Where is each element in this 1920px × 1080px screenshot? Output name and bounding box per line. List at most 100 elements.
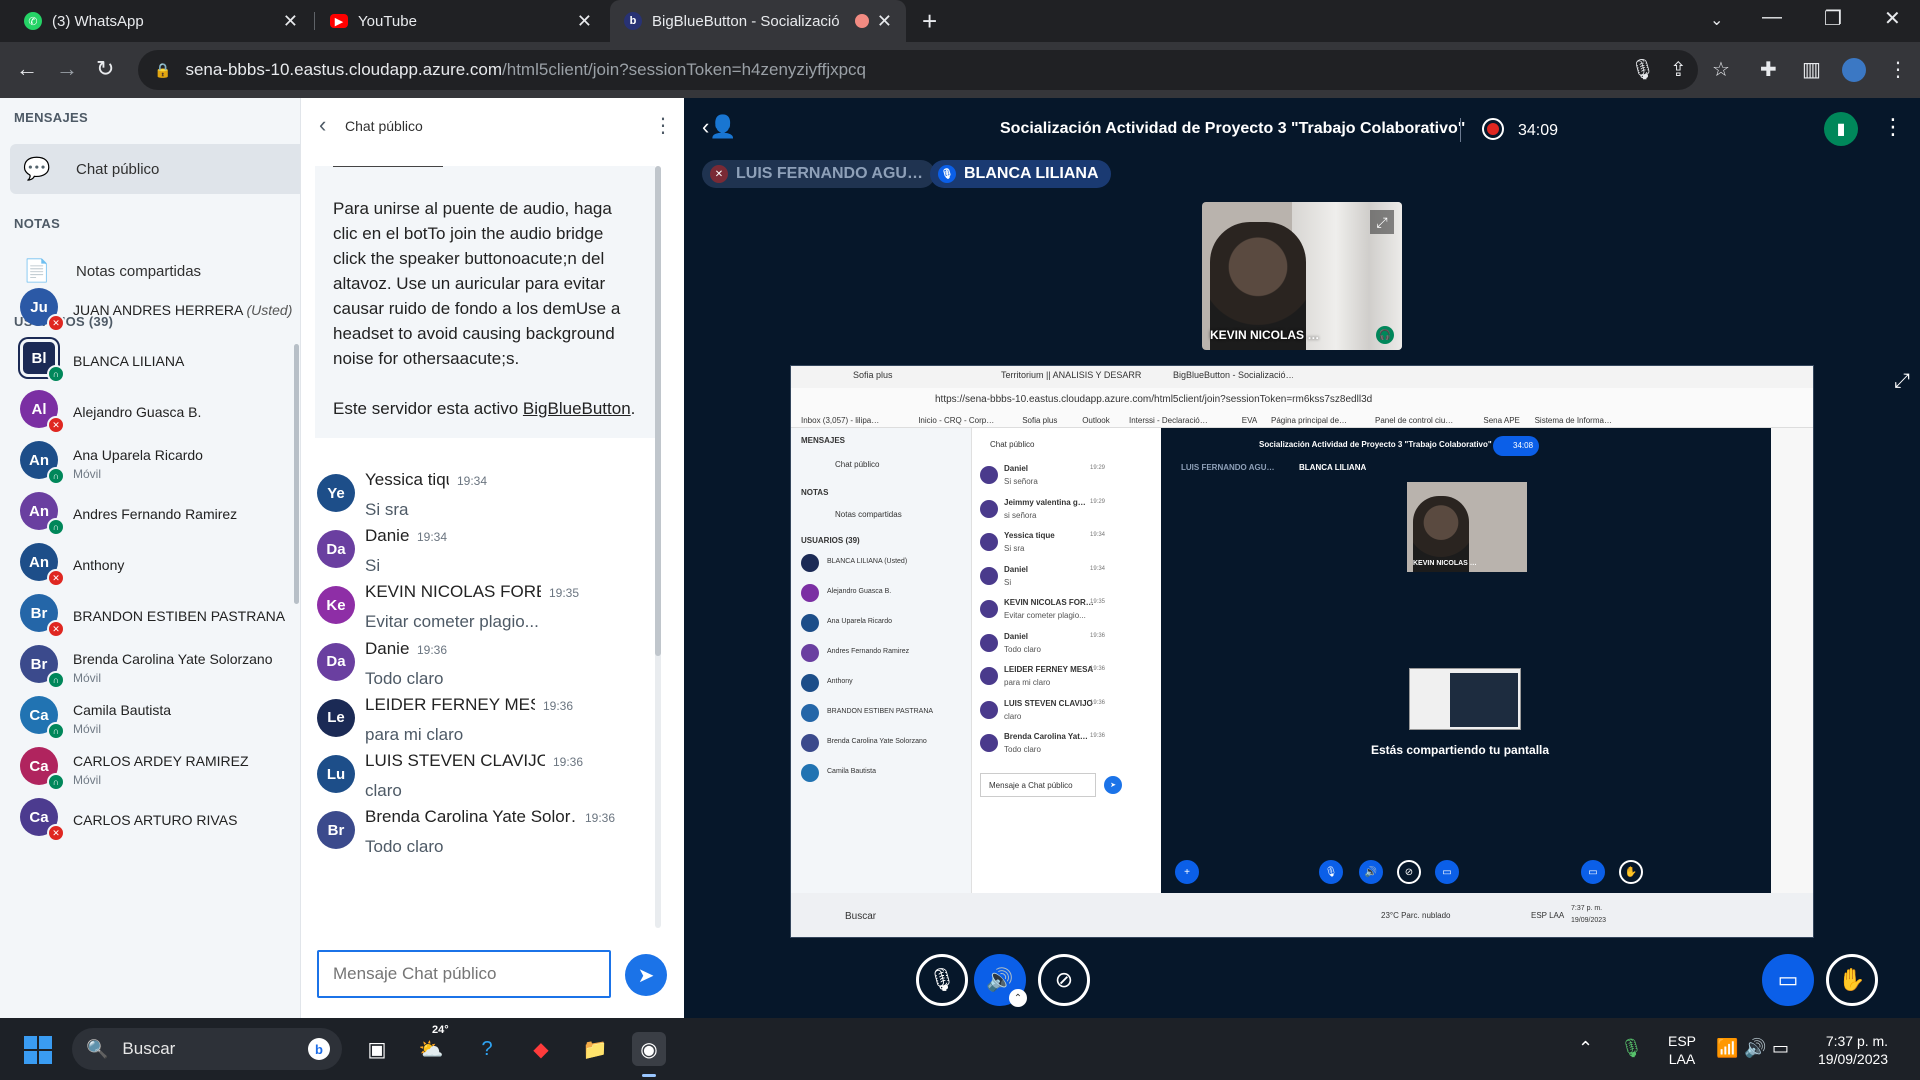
talking-indicator-muted[interactable]: ✕ LUIS FERNANDO AGU… (702, 160, 935, 188)
back-arrow-icon[interactable]: ← (16, 56, 38, 82)
battery-icon[interactable]: ▭ (1772, 1038, 1789, 1059)
help-icon[interactable]: ? (470, 1032, 504, 1066)
input-language[interactable]: ESP LAA (1668, 1032, 1696, 1068)
options-menu-icon[interactable]: ⋮ (1882, 114, 1904, 140)
public-chat-item[interactable]: 💬 Chat público (10, 144, 300, 194)
tab-whatsapp[interactable]: ✆ (3) WhatsApp ✕ (10, 0, 312, 42)
tray-microphone-icon[interactable]: 🎙 (1620, 1038, 1643, 1059)
clock-date: 19/09/2023 (1818, 1051, 1889, 1067)
youtube-icon: ▶ (330, 14, 348, 28)
connection-status-button[interactable]: ▮ (1824, 112, 1858, 146)
message-author: Daniel (365, 526, 409, 546)
browser-menu-icon[interactable]: ⋮ (1888, 57, 1908, 82)
chevron-left-icon[interactable]: ‹ (319, 112, 326, 138)
chrome-icon[interactable]: ◉ (632, 1032, 666, 1066)
screenshare-view[interactable]: Sofia plus Territorium || ANALISIS Y DES… (790, 365, 1814, 938)
chat-header: ‹ Chat público ⋮ (301, 98, 685, 154)
wifi-icon[interactable]: 📶 (1716, 1038, 1738, 1059)
tab-youtube[interactable]: ▶ YouTube ✕ (316, 0, 606, 42)
chevron-up-icon[interactable]: ⌃ (1009, 989, 1027, 1007)
minimize-icon[interactable]: — (1762, 6, 1782, 29)
scroll-thumb[interactable] (655, 166, 661, 656)
tab-bigbluebutton[interactable]: b BigBlueButton - Socializació ✕ (610, 0, 906, 42)
weather-temp: 24° (432, 1024, 449, 1036)
ss-chat-time: 19:36 (1090, 632, 1106, 639)
share-icon[interactable]: ⇪ (1670, 57, 1687, 82)
close-icon[interactable]: ✕ (877, 11, 892, 32)
webcam-video[interactable]: ⤢ KEVIN NICOLAS … 🎧 (1202, 202, 1402, 350)
whatsapp-icon: ✆ (24, 12, 42, 30)
microphone-icon[interactable]: 🎙 (1630, 57, 1655, 82)
profile-avatar[interactable] (1842, 58, 1866, 82)
hand-icon: ✋ (1838, 967, 1866, 992)
bookmark-star-icon[interactable]: ☆ (1712, 57, 1730, 82)
tray-expand-chevron-icon[interactable]: ⌃ (1578, 1038, 1593, 1059)
ss-chat-time: 19:35 (1090, 599, 1106, 605)
user-list-scrollbar[interactable] (294, 344, 299, 604)
weather-widget-icon[interactable]: ⛅ (414, 1032, 448, 1066)
windows-start-icon[interactable] (24, 1036, 52, 1064)
volume-icon[interactable]: 🔊 (1744, 1038, 1766, 1059)
url-text: sena-bbbs-10.eastus.cloudapp.azure.com/h… (185, 60, 866, 80)
ss-avatar (980, 533, 998, 551)
avatar: Lu (317, 755, 355, 793)
welcome-server-line: Este servidor esta activo BigBlueButton. (333, 396, 637, 421)
ss-chat-text: Todo claro (1004, 644, 1041, 654)
system-clock[interactable]: 7:37 p. m. 19/09/2023 (1818, 1032, 1888, 1068)
restore-icon[interactable]: ❐ (1824, 6, 1842, 31)
ss-user-name: Camila Bautista (827, 768, 877, 775)
ss-avatar (980, 600, 998, 618)
audio-speaker-button[interactable]: 🔊 ⌃ (974, 954, 1027, 1007)
fullscreen-icon[interactable]: ⤢ (1370, 210, 1394, 234)
message-author: Brenda Carolina Yate Solor… (365, 807, 577, 827)
ss-webcam (1407, 482, 1527, 572)
share-webcam-button[interactable]: ⊘ (1038, 954, 1090, 1006)
ss-url: https://sena-bbbs-10.eastus.cloudapp.azu… (935, 394, 1373, 405)
ss-bookmark: Sena APE (1483, 416, 1520, 425)
close-icon[interactable]: ✕ (283, 11, 298, 32)
forward-arrow-icon[interactable]: → (56, 56, 78, 82)
side-panel-icon[interactable]: ▥ (1802, 57, 1821, 82)
talking-indicator-speaking[interactable]: 🎙 BLANCA LILIANA (930, 160, 1111, 188)
presentation-button[interactable]: ▭ (1762, 954, 1814, 1006)
bing-icon[interactable]: b (308, 1038, 330, 1060)
recording-indicator-icon[interactable] (1482, 118, 1504, 140)
address-bar[interactable]: 🔒 sena-bbbs-10.eastus.cloudapp.azure.com… (138, 50, 1698, 90)
ss-chat-author: Daniel (1004, 564, 1029, 574)
window-close-icon[interactable]: ✕ (1884, 6, 1901, 31)
app-red-diamond-icon[interactable]: ◆ (524, 1032, 558, 1066)
welcome-server-prefix: Este servidor esta activo (333, 399, 523, 418)
ss-bookmark: Inbox (3,057) - lilipa… (801, 416, 880, 425)
bigbluebutton-link[interactable]: BigBlueButton (523, 399, 631, 418)
screenshare-fullscreen-icon[interactable]: ⤢ (1894, 370, 1910, 393)
taskbar-search-box[interactable]: 🔍 Buscar b (72, 1028, 342, 1070)
mute-microphone-button[interactable]: 🎙 (916, 954, 968, 1006)
chat-message-input[interactable] (317, 950, 611, 998)
message-text: claro (365, 781, 402, 800)
clock-time: 7:37 p. m. (1825, 1033, 1889, 1049)
user-name: JUAN ANDRES HERRERA (Usted) (73, 302, 292, 318)
ss-date: 19/09/2023 (1571, 917, 1607, 924)
ss-chat-text: Si sra (1004, 544, 1025, 553)
user-list-item[interactable]: Ca ✕ CARLOS ARTURO RIVAS (0, 786, 290, 848)
meeting-header: ‹👤 Socialización Actividad de Proyecto 3… (684, 98, 1920, 160)
extensions-icon[interactable]: ✚ (1760, 57, 1777, 82)
send-message-button[interactable]: ➤ (625, 954, 667, 996)
reload-icon[interactable]: ↻ (96, 56, 114, 82)
new-tab-button[interactable]: + (922, 6, 937, 37)
ss-chat-time: 19:36 (1090, 733, 1106, 739)
chat-scrollbar[interactable] (655, 166, 661, 928)
ss-avatar (801, 614, 819, 632)
ss-time: 7:37 p. m. (1571, 905, 1603, 912)
ss-notes-title: NOTAS (801, 488, 829, 497)
file-explorer-icon[interactable]: 📁 (578, 1032, 612, 1066)
ss-avatar (980, 466, 998, 484)
ss-bookmarks-bar: Inbox (3,057) - lilipa… Inicio - CRQ - Co… (791, 412, 1813, 428)
tab-search-chevron-icon[interactable]: ⌄ (1710, 10, 1723, 30)
toggle-user-list-icon[interactable]: ‹👤 (702, 114, 737, 140)
close-icon[interactable]: ✕ (577, 11, 592, 32)
task-view-icon[interactable]: ▣ (360, 1032, 394, 1066)
chat-options-icon[interactable]: ⋮ (653, 113, 673, 138)
ss-user-panel: MENSAJES Chat público NOTAS Notas compar… (791, 428, 971, 893)
raise-hand-button[interactable]: ✋ (1826, 954, 1878, 1006)
